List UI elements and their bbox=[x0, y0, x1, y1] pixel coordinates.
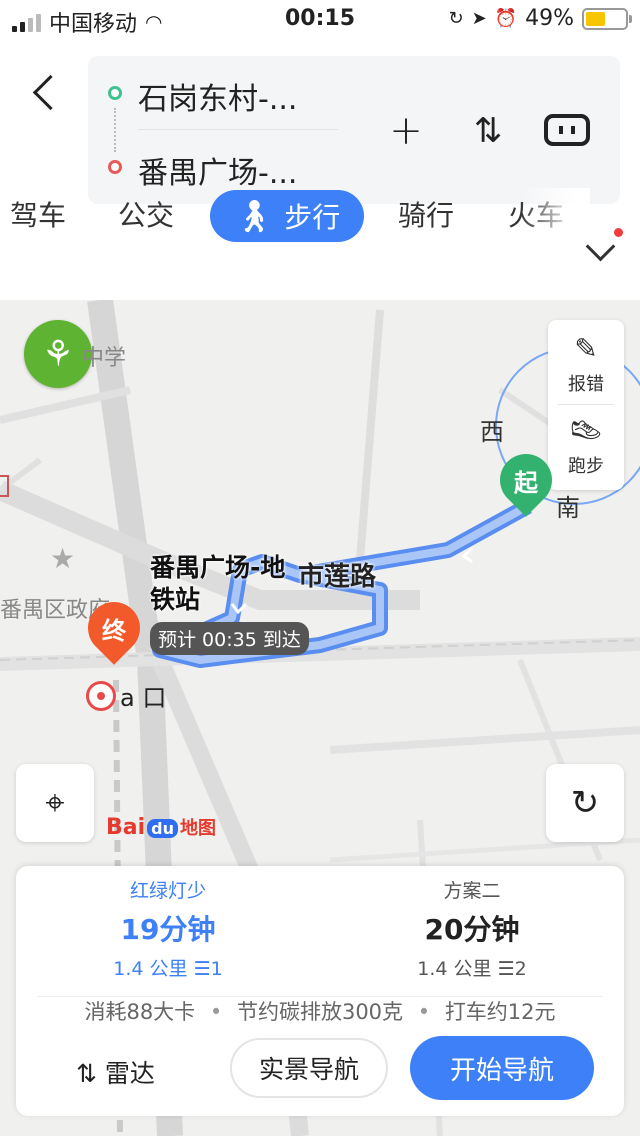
report-error-label: 报错 bbox=[568, 374, 604, 395]
plan-tag: 方案二 bbox=[443, 880, 501, 902]
battery-percent: 49% bbox=[525, 6, 574, 31]
tab-walk-label: 步行 bbox=[284, 201, 341, 234]
radar-button[interactable]: ⇅ 雷达 bbox=[76, 1054, 155, 1090]
tabs-expand-chevron-icon[interactable] bbox=[582, 232, 622, 276]
plan-time: 19分钟 bbox=[120, 913, 216, 946]
walk-icon: 🚶︎ bbox=[233, 197, 275, 235]
route-connector bbox=[114, 108, 116, 152]
taxi-stat: 打车约12元 bbox=[444, 1000, 556, 1024]
route-header: 石岗东村-... 番禺广场-... + ⇅ bbox=[0, 40, 640, 300]
route-stats: 消耗88大卡 • 节约碳排放300克 • 打车约12元 bbox=[84, 1000, 556, 1024]
end-pin[interactable]: 终 bbox=[77, 591, 151, 665]
exit-marker[interactable]: a 口 bbox=[86, 678, 166, 713]
logo-bai: Bai bbox=[106, 815, 146, 840]
plan-distance: 1.4 公里 bbox=[417, 958, 492, 980]
run-label: 跑步 bbox=[568, 456, 604, 477]
calories-stat: 消耗88大卡 bbox=[84, 1000, 196, 1024]
start-pin-label: 起 bbox=[514, 468, 538, 497]
plan-meta: 1.4 公里 ☰1 bbox=[16, 954, 320, 981]
shoe-icon: 👟︎ bbox=[568, 414, 604, 447]
notification-dot bbox=[614, 228, 623, 237]
plan-meta: 1.4 公里 ☰2 bbox=[320, 954, 624, 981]
logo-map: 地图 bbox=[180, 818, 216, 839]
plan-lights: 2 bbox=[514, 958, 527, 980]
robot-icon bbox=[544, 114, 590, 146]
status-right: ↻ ➤ ⏰ 49% bbox=[448, 6, 632, 31]
report-error-button[interactable]: ✎ 报错 bbox=[548, 332, 624, 396]
exit-pin-icon bbox=[86, 680, 116, 711]
refresh-icon: ↻ bbox=[570, 783, 600, 823]
add-waypoint-button[interactable]: + bbox=[382, 106, 430, 156]
edit-icon: ✎ bbox=[574, 332, 598, 365]
lock-rotation-icon: ↻ bbox=[448, 8, 464, 29]
plan-distance: 1.4 公里 bbox=[113, 958, 188, 980]
plan-time: 20分钟 bbox=[424, 913, 520, 946]
panel-divider bbox=[558, 404, 614, 405]
start-dot-icon bbox=[108, 86, 122, 100]
destination-label: 番禺广场-地铁站 bbox=[150, 553, 286, 614]
route-plans-card: 红绿灯少 19分钟 1.4 公里 ☰1 方案二 20分钟 1.4 公里 ☰2 消… bbox=[16, 866, 624, 1116]
traffic-light-icon: ☰ bbox=[497, 958, 515, 980]
tab-drive[interactable]: 驾车 bbox=[10, 194, 66, 234]
alarm-icon: ⏰ bbox=[494, 8, 518, 29]
back-button[interactable] bbox=[26, 70, 66, 116]
status-bar: 中国移动 ◠ 00:15 ↻ ➤ ⏰ 49% bbox=[0, 0, 640, 40]
baidu-logo: Bai du 地图 bbox=[106, 814, 216, 840]
exit-label: a 口 bbox=[120, 684, 167, 712]
signal-icon bbox=[12, 12, 41, 32]
plan-option-1[interactable]: 红绿灯少 19分钟 1.4 公里 ☰1 bbox=[16, 866, 320, 992]
start-point-field[interactable]: 石岗东村-... bbox=[138, 74, 297, 118]
plan-option-2[interactable]: 方案二 20分钟 1.4 公里 ☰2 bbox=[320, 866, 624, 992]
tab-bus[interactable]: 公交 bbox=[118, 194, 174, 234]
school-label: 中学 bbox=[82, 346, 127, 371]
status-left: 中国移动 ◠ bbox=[12, 6, 162, 38]
eta-badge: 预计 00:35 到达 bbox=[150, 622, 309, 655]
crosshair-icon: ⌖ bbox=[45, 783, 65, 823]
traffic-light-icon: ☰ bbox=[193, 958, 211, 980]
wifi-icon: ◠ bbox=[145, 10, 163, 34]
logo-du: du bbox=[147, 819, 178, 838]
road-name-label: 市莲路 bbox=[298, 562, 377, 592]
location-icon: ➤ bbox=[471, 8, 487, 29]
end-point-field[interactable]: 番禺广场-... bbox=[138, 148, 297, 192]
start-navigation-button[interactable]: 开始导航 bbox=[410, 1036, 594, 1100]
battery-icon bbox=[582, 7, 632, 30]
edge-label-west: 西 bbox=[480, 418, 504, 446]
more-options-button[interactable] bbox=[544, 106, 594, 146]
end-pin-label: 终 bbox=[102, 616, 126, 645]
locate-button[interactable]: ⌖ bbox=[16, 764, 94, 842]
start-pin[interactable]: 起 bbox=[489, 443, 563, 517]
map-tools-panel: ✎ 报错 👟︎ 跑步 bbox=[548, 320, 624, 490]
radar-label: 雷达 bbox=[104, 1059, 155, 1088]
plan-lights: 1 bbox=[210, 958, 223, 980]
radar-icon: ⇅ bbox=[76, 1059, 97, 1088]
run-button[interactable]: 👟︎ 跑步 bbox=[548, 414, 624, 478]
carrier-label: 中国移动 bbox=[49, 12, 138, 37]
swap-route-button[interactable]: ⇅ bbox=[466, 106, 510, 156]
tab-bike[interactable]: 骑行 bbox=[398, 194, 454, 234]
plan-tag: 红绿灯少 bbox=[129, 880, 206, 902]
carbon-stat: 节约碳排放300克 bbox=[236, 1000, 404, 1024]
tabs-fade bbox=[520, 188, 590, 244]
poi-star-icon: ★ bbox=[50, 542, 76, 575]
tab-walk[interactable]: 🚶︎ 步行 bbox=[210, 190, 364, 242]
edge-label-south: 南 bbox=[556, 494, 580, 522]
route-divider bbox=[138, 129, 338, 130]
route-input-box: 石岗东村-... 番禺广场-... + ⇅ bbox=[88, 56, 620, 204]
ar-navigation-button[interactable]: 实景导航 bbox=[230, 1038, 388, 1098]
refresh-button[interactable]: ↻ bbox=[546, 764, 624, 842]
end-dot-icon bbox=[108, 160, 122, 174]
